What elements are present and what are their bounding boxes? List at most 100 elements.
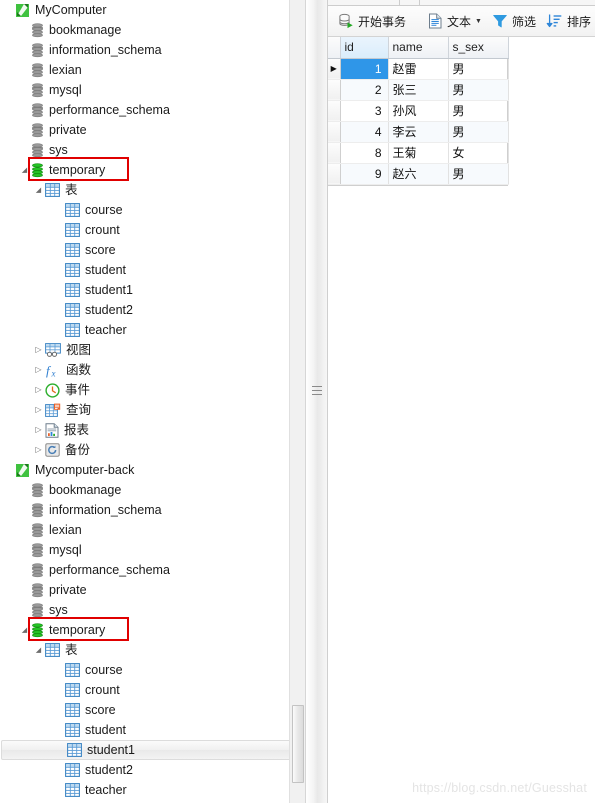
sort-button[interactable]: 排序 — [541, 9, 595, 33]
start-transaction-button[interactable]: 开始事务 — [333, 9, 411, 33]
chevron-right-icon[interactable] — [32, 340, 45, 360]
cell-id[interactable]: 2 — [340, 79, 389, 101]
tree-node-mysql[interactable]: mysql — [0, 80, 305, 100]
tree-node-teacher[interactable]: teacher — [0, 780, 305, 800]
tree-node-temporary[interactable]: temporary — [0, 620, 305, 640]
tree-node-label: Mycomputer-back — [35, 463, 135, 477]
table-row[interactable]: 1赵雷男 — [328, 58, 509, 80]
tree-node-sys[interactable]: sys — [0, 600, 305, 620]
column-header-s_sex[interactable]: s_sex — [448, 37, 509, 59]
tree-node-mycomputer-back[interactable]: Mycomputer-back — [0, 460, 305, 480]
tree-node-bookmanage[interactable]: bookmanage — [0, 480, 305, 500]
filter-button[interactable]: 筛选 — [487, 9, 541, 33]
tree-node-information_schema[interactable]: information_schema — [0, 500, 305, 520]
tree-node-student1[interactable]: student1 — [1, 740, 297, 760]
tree-node--[interactable]: fx 函数 — [0, 360, 305, 380]
text-button[interactable]: 文本 ▼ — [423, 9, 487, 33]
cell-id[interactable]: 4 — [340, 121, 389, 143]
table-row[interactable]: 2 张三男 — [328, 79, 509, 101]
tree-node-student2[interactable]: student2 — [0, 300, 305, 320]
tree-node-temporary[interactable]: temporary — [0, 160, 305, 180]
cell-name[interactable]: 王菊 — [388, 142, 449, 164]
row-marker[interactable] — [328, 79, 341, 101]
tree-node-label: crount — [85, 223, 120, 237]
tree-node-teacher[interactable]: teacher — [0, 320, 305, 340]
cell-s_sex[interactable]: 男 — [448, 58, 509, 80]
tree-node-label: 表 — [65, 183, 78, 197]
chevron-right-icon[interactable] — [32, 440, 45, 460]
tree-node-label: score — [85, 703, 116, 717]
chevron-down-icon[interactable] — [18, 160, 31, 181]
row-marker[interactable] — [328, 100, 341, 122]
tree-node-mysql[interactable]: mysql — [0, 540, 305, 560]
cell-name[interactable]: 赵六 — [388, 163, 449, 185]
column-header-id[interactable]: id — [340, 37, 389, 59]
tree-node-crount[interactable]: crount — [0, 220, 305, 240]
row-marker[interactable] — [328, 163, 341, 185]
tree-node--[interactable]: 事件 — [0, 380, 305, 400]
cell-s_sex[interactable]: 男 — [448, 79, 509, 101]
table-row[interactable]: 4 李云男 — [328, 121, 509, 143]
tree-node-sys[interactable]: sys — [0, 140, 305, 160]
tree-node-private[interactable]: private — [0, 120, 305, 140]
tree-node--[interactable]: 备份 — [0, 440, 305, 460]
cell-id[interactable]: 3 — [340, 100, 389, 122]
row-marker[interactable] — [328, 121, 341, 143]
cell-name[interactable]: 张三 — [388, 79, 449, 101]
column-header-name[interactable]: name — [388, 37, 449, 59]
tree-node--[interactable]: 表 — [0, 180, 305, 200]
tree-node-student2[interactable]: student2 — [0, 760, 305, 780]
cell-id[interactable]: 8 — [340, 142, 389, 164]
table-icon — [65, 323, 80, 337]
cell-name[interactable]: 李云 — [388, 121, 449, 143]
cell-name[interactable]: 赵雷 — [388, 58, 449, 80]
chevron-right-icon[interactable] — [32, 360, 45, 380]
row-marker[interactable] — [328, 58, 341, 80]
tree-node-lexian[interactable]: lexian — [0, 520, 305, 540]
tree-node-mycomputer[interactable]: MyComputer — [0, 0, 305, 20]
tree-node-score[interactable]: score — [0, 240, 305, 260]
result-grid[interactable]: id name s_sex 1赵雷男2张三男3孙风男4李云男8王菊女9赵六男 — [328, 37, 509, 186]
chevron-down-icon[interactable] — [32, 180, 45, 201]
tree-node-student[interactable]: student — [0, 720, 305, 740]
tree-node-lexian[interactable]: lexian — [0, 60, 305, 80]
table-row[interactable]: 3 孙风男 — [328, 100, 509, 122]
chevron-down-icon[interactable] — [32, 640, 45, 661]
tree-node-bookmanage[interactable]: bookmanage — [0, 20, 305, 40]
tree-scrollbar-thumb[interactable] — [292, 705, 304, 783]
tree-node-student1[interactable]: student1 — [0, 280, 305, 300]
cell-id[interactable]: 1 — [340, 58, 389, 80]
tab-strip[interactable] — [328, 0, 595, 6]
table-row[interactable]: 8 王菊女 — [328, 142, 509, 164]
tree-node-label: temporary — [49, 163, 106, 177]
cell-id[interactable]: 9 — [340, 163, 389, 185]
cell-s_sex[interactable]: 男 — [448, 121, 509, 143]
tree-node-information_schema[interactable]: information_schema — [0, 40, 305, 60]
tree-node-course[interactable]: course — [0, 660, 305, 680]
tree-node--[interactable]: 表 — [0, 640, 305, 660]
tree-vertical-scrollbar[interactable] — [289, 0, 305, 803]
tree-node--[interactable]: 报表 — [0, 420, 305, 440]
chevron-right-icon[interactable] — [32, 420, 45, 440]
chevron-right-icon[interactable] — [32, 400, 45, 420]
tree-node-crount[interactable]: crount — [0, 680, 305, 700]
tree-node-private[interactable]: private — [0, 580, 305, 600]
cell-name[interactable]: 孙风 — [388, 100, 449, 122]
table-row[interactable]: 9 赵六男 — [328, 163, 509, 185]
database-tree[interactable]: MyComputer bookmanage information_schema le… — [0, 0, 305, 800]
row-marker[interactable] — [328, 142, 341, 164]
tree-node-course[interactable]: course — [0, 200, 305, 220]
cell-s_sex[interactable]: 男 — [448, 163, 509, 185]
tree-node-performance_schema[interactable]: performance_schema — [0, 560, 305, 580]
pane-splitter[interactable] — [305, 0, 328, 803]
tree-node-student[interactable]: student — [0, 260, 305, 280]
cell-s_sex[interactable]: 女 — [448, 142, 509, 164]
chevron-right-icon[interactable] — [32, 380, 45, 400]
tree-node-performance_schema[interactable]: performance_schema — [0, 100, 305, 120]
tree-node--[interactable]: 视图 — [0, 340, 305, 360]
cell-s_sex[interactable]: 男 — [448, 100, 509, 122]
tree-node-score[interactable]: score — [0, 700, 305, 720]
chevron-down-icon[interactable] — [18, 620, 31, 641]
chevron-down-icon[interactable]: ▼ — [475, 18, 482, 25]
tree-node--[interactable]: 查询 — [0, 400, 305, 420]
